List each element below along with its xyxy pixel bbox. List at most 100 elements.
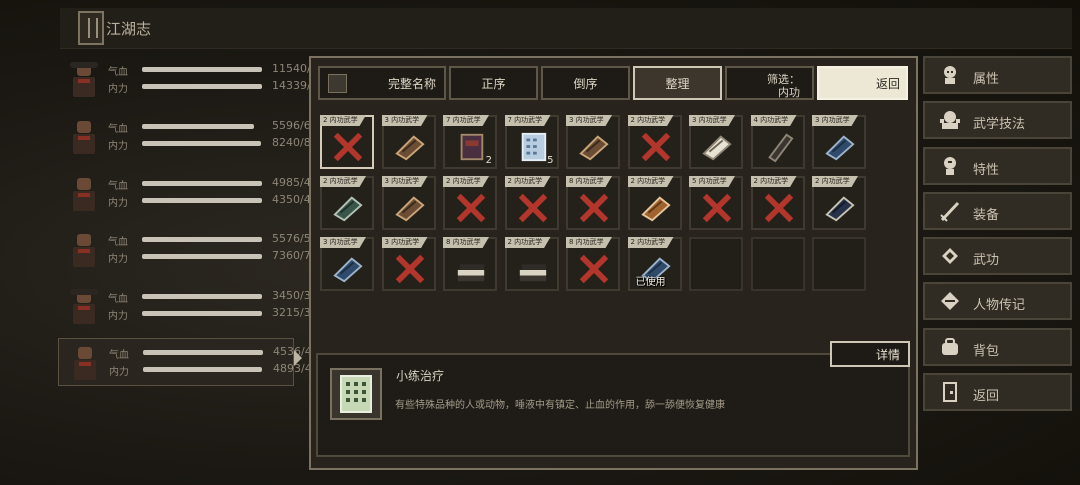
book-icon (942, 248, 958, 264)
inventory-slot[interactable]: 2 内功武学 (750, 176, 805, 230)
inventory-slot[interactable]: 2 内功武学 (443, 176, 497, 230)
inventory-slot[interactable]: 7 内功武学 2 (443, 115, 497, 169)
skill-icon (940, 111, 960, 129)
hp-bar (142, 237, 262, 242)
menu-traits[interactable]: 特性 (923, 147, 1072, 185)
journal-icon (78, 11, 104, 45)
inventory-slot[interactable]: 8 内功武学 (443, 237, 497, 291)
item-tag: 3 内功武学 (566, 115, 612, 126)
inventory-slot[interactable]: 3 内功武学 (381, 176, 436, 230)
item-tag: 3 内功武学 (381, 115, 428, 126)
item-count: 5 (547, 155, 554, 166)
menu-biography[interactable]: 人物传记 (923, 282, 1072, 320)
filter-value: 内功 (778, 86, 800, 99)
top-bar: 江湖志 (60, 8, 1072, 49)
item-tag: 2 内功武学 (320, 176, 366, 187)
full-name-label: 完整名称 (387, 76, 436, 91)
inventory-slot[interactable]: 2 内功武学 (627, 176, 682, 230)
hp-label: 气血 (108, 67, 128, 78)
inventory-slot[interactable]: 3 内功武学 (320, 237, 374, 291)
inventory-slot[interactable]: 8 内功武学 (566, 176, 620, 230)
inventory-slot[interactable]: 3 内功武学 (566, 115, 620, 169)
inventory-slot[interactable]: 5 内功武学 (689, 176, 743, 230)
item-tag: 2 内功武学 (812, 176, 858, 187)
red-x-icon (395, 254, 424, 284)
menu-equipment[interactable]: 装备 (923, 192, 1072, 230)
party-member[interactable]: 气血 5576/5576 内力 7360/7360 (58, 226, 332, 274)
menu-label: 装备 (973, 208, 1000, 223)
character-portrait (66, 230, 102, 270)
item-tag: 2 内功武学 (320, 115, 366, 126)
door-icon (943, 382, 957, 402)
inventory-slot[interactable]: 2 内功武学 (812, 176, 866, 230)
sort-desc-button[interactable]: 倒序 (541, 66, 630, 100)
red-x-icon (333, 132, 363, 162)
inventory-slot-selected[interactable]: 2 内功武学 (320, 115, 374, 169)
inventory-slot[interactable]: 8 内功武学 (566, 237, 620, 291)
selection-arrow-icon (294, 350, 302, 366)
character-portrait (67, 343, 103, 383)
manual-blue-icon (521, 132, 546, 162)
mp-bar (142, 198, 262, 203)
return-button[interactable]: 返回 (817, 66, 908, 100)
character-portrait (66, 174, 102, 214)
hp-bar (142, 67, 262, 72)
party-member[interactable]: 气血 5596/6014 内力 8240/8290 (58, 113, 332, 161)
book-navy-icon (825, 196, 855, 222)
inventory-slot[interactable]: 3 内功武学 (381, 237, 436, 291)
menu-martial-arts[interactable]: 武功 (923, 237, 1072, 275)
party-member[interactable]: 气血 3450/3450 内力 3215/3215 (58, 283, 332, 331)
mp-bar (142, 254, 262, 259)
item-tag: 2 内功武学 (504, 237, 551, 248)
arrange-button[interactable]: 整理 (633, 66, 722, 100)
inventory-slot[interactable]: 2 内功武学 (504, 176, 559, 230)
sort-asc-button[interactable]: 正序 (449, 66, 538, 100)
empty-slot (812, 237, 866, 291)
inventory-slot[interactable]: 3 内功武学 (812, 115, 866, 169)
item-tag: 3 内功武学 (381, 176, 428, 187)
inventory-slot[interactable]: 7 内功武学 5 (504, 115, 559, 169)
inventory-slot[interactable]: 3 内功武学 (381, 115, 436, 169)
menu-label: 属性 (973, 72, 1000, 87)
hp-bar (142, 294, 262, 299)
menu-attributes[interactable]: 属性 (923, 56, 1072, 94)
menu-label: 武学技法 (973, 117, 1026, 132)
menu-label: 武功 (973, 253, 1000, 268)
empty-slot (689, 237, 743, 291)
book-blue-icon (333, 257, 363, 283)
red-x-icon (702, 193, 732, 223)
inventory-slot[interactable]: 2 内功武学 (627, 115, 682, 169)
menu-martial-skills[interactable]: 武学技法 (923, 101, 1072, 139)
hp-label: 气血 (108, 294, 128, 305)
item-tag: 2 内功武学 (504, 176, 551, 187)
inventory-slot[interactable]: 4 内功武学 (750, 115, 805, 169)
checkbox[interactable] (328, 74, 347, 93)
mp-bar (142, 84, 262, 89)
item-tag: 3 内功武学 (689, 115, 735, 126)
full-name-toggle[interactable]: 完整名称 (318, 66, 446, 100)
hp-label: 气血 (109, 350, 129, 361)
inventory-slot[interactable]: 2 内功武学 (504, 237, 559, 291)
inventory-slot[interactable]: 3 内功武学 (689, 115, 743, 169)
hp-bar (143, 350, 263, 355)
filter-button[interactable]: 筛选： 内功 (725, 66, 814, 100)
inventory-slot[interactable]: 2 内功武学 (320, 176, 374, 230)
mp-label: 内力 (108, 141, 128, 152)
empty-slot (750, 237, 805, 291)
item-tag: 2 内功武学 (627, 115, 674, 126)
mp-bar (143, 367, 262, 372)
party-member-selected[interactable]: 气血 4536/4536 内力 4893/4956 (58, 338, 333, 386)
red-x-icon (456, 193, 486, 223)
menu-backpack[interactable]: 背包 (923, 328, 1072, 366)
red-x-icon (579, 254, 609, 284)
details-button[interactable]: 详情 (830, 341, 910, 367)
menu-return[interactable]: 返回 (923, 373, 1072, 411)
party-member[interactable]: 气血 11540/11540 内力 14339/14339 (58, 56, 346, 104)
item-tag: 2 内功武学 (443, 176, 489, 187)
menu-label: 特性 (973, 163, 1000, 178)
item-tag: 3 内功武学 (381, 237, 428, 248)
party-member[interactable]: 气血 4985/4985 内力 4350/4350 (58, 170, 332, 218)
inventory-slot[interactable]: 2 内功武学 已使用 (627, 237, 682, 291)
item-tag: 2 内功武学 (627, 237, 674, 248)
item-detail-icon (330, 368, 382, 420)
